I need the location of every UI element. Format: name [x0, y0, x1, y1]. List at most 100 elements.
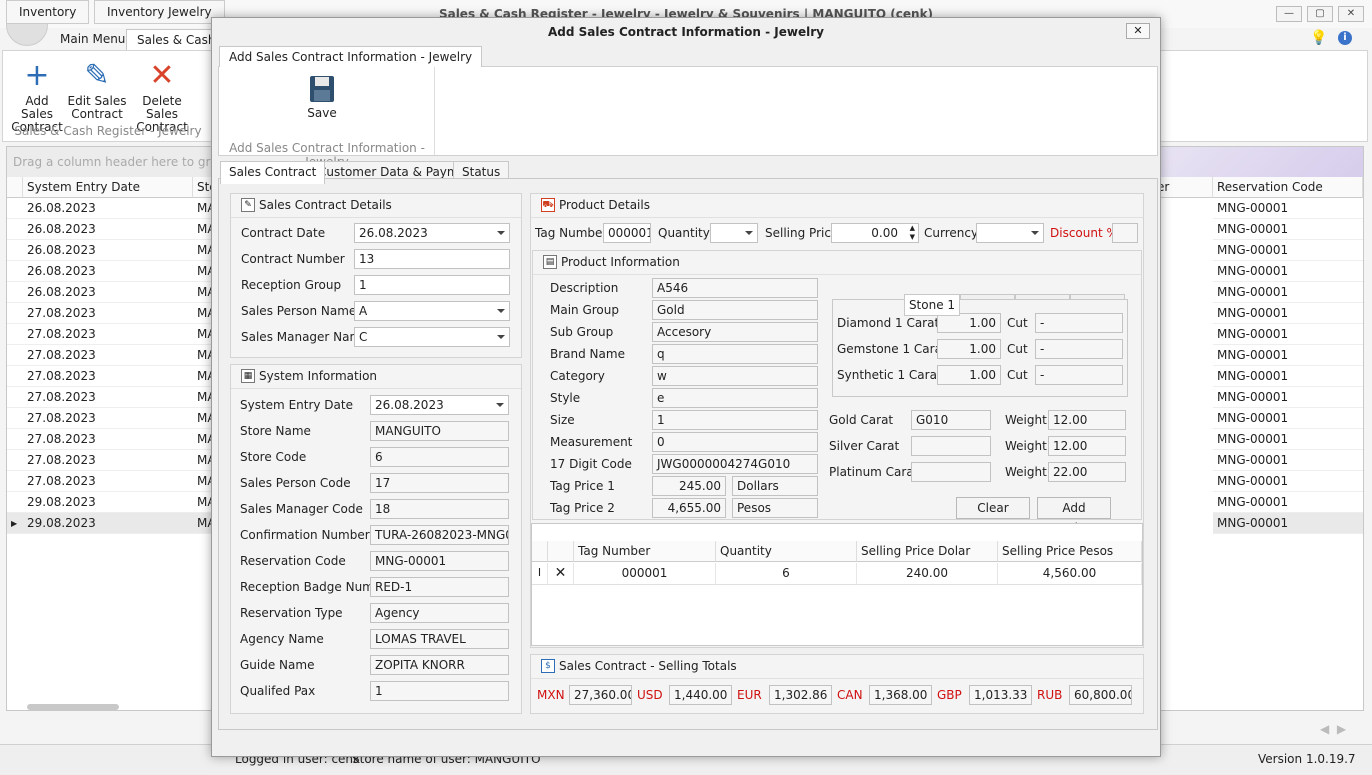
tab-inventory-jewelry[interactable]: Inventory Jewelry [94, 0, 225, 24]
table-row-entry-date[interactable]: 27.08.2023 [23, 324, 193, 345]
table-row-reservation-code[interactable]: MNG-00001 [1213, 387, 1363, 408]
add-product-button[interactable]: Add Product [1037, 497, 1111, 535]
table-row-store[interactable]: MANGUITO [193, 219, 213, 240]
table-row-reservation-code[interactable]: MNG-00001 [1213, 261, 1363, 282]
tab-main-menu[interactable]: Main Menu [50, 29, 135, 51]
sales-manager-name-dropdown[interactable]: C [354, 327, 510, 347]
tab-inventory[interactable]: Inventory [6, 0, 90, 24]
table-row-entry-date[interactable]: 27.08.2023 [23, 303, 193, 324]
delete-row-icon[interactable]: ✕ [548, 563, 574, 585]
tab-stone-1[interactable]: Stone 1 [904, 294, 960, 316]
system-entry-date-dropdown[interactable]: 26.08.2023 [370, 395, 509, 415]
table-row-entry-date[interactable]: 26.08.2023 [23, 240, 193, 261]
contract-date-dropdown[interactable]: 26.08.2023 [354, 223, 510, 243]
table-row-entry-date[interactable]: 27.08.2023 [23, 408, 193, 429]
col-header-store[interactable]: Store [193, 177, 213, 198]
table-row-entry-date[interactable]: 26.08.2023 [23, 261, 193, 282]
col-header-partial[interactable]: er [1153, 177, 1213, 198]
table-row-entry-date[interactable]: 26.08.2023 [23, 219, 193, 240]
quantity-dropdown[interactable] [710, 223, 758, 243]
table-row-entry-date[interactable]: 27.08.2023 [23, 366, 193, 387]
table-row-entry-date[interactable]: 27.08.2023 [23, 429, 193, 450]
col-header-entry-date[interactable]: System Entry Date [23, 177, 193, 198]
table-row-reservation-code[interactable]: MNG-00001 [1213, 282, 1363, 303]
table-row-reservation-code[interactable]: MNG-00001 [1213, 366, 1363, 387]
tab-nav-arrows[interactable]: ◀ ▶ [1320, 722, 1346, 736]
table-row-reservation-code[interactable]: MNG-00001 [1213, 219, 1363, 240]
edit-sales-contract-button[interactable]: ✎ Edit Sales Contract [67, 59, 127, 121]
table-row-store[interactable]: MANGUITO [193, 303, 213, 324]
col-header-selling-price-pesos[interactable]: Selling Price Pesos [998, 541, 1142, 562]
dialog-close-button[interactable]: ✕ [1126, 23, 1150, 39]
spinner-arrows-icon[interactable]: ▲ ▼ [910, 224, 915, 242]
col-header-tag-number[interactable]: Tag Number [574, 541, 716, 562]
add-sales-contract-button[interactable]: + Add Sales Contract [9, 59, 65, 134]
platinum-carat-label: Platinum Carat [829, 465, 919, 479]
table-row-entry-date[interactable]: 29.08.2023 [23, 492, 193, 513]
table-row-entry-date[interactable]: 27.08.2023 [23, 345, 193, 366]
sales-person-name-dropdown[interactable]: A [354, 301, 510, 321]
contract-number-input[interactable]: 13 [354, 249, 510, 269]
table-row-reservation-code[interactable]: MNG-00001 [1213, 324, 1363, 345]
col-header-quantity[interactable]: Quantity [716, 541, 857, 562]
discount-input[interactable] [1112, 223, 1138, 243]
table-row-store[interactable]: MANGUITO [193, 261, 213, 282]
weight-label: Weight [1005, 439, 1047, 453]
col-header-reservation-code[interactable]: Reservation Code [1213, 177, 1363, 198]
currency-dropdown[interactable] [976, 223, 1044, 243]
table-row-reservation-code[interactable]: MNG-00001 [1213, 198, 1363, 219]
dialog-ribbon-tab[interactable]: Add Sales Contract Information - Jewelry [219, 46, 483, 67]
tab-sales-cash-register[interactable]: Sales & Cash Register - Jewelry [126, 29, 216, 51]
tab-sales-contract[interactable]: Sales Contract [220, 161, 326, 184]
table-row-entry-date[interactable]: 27.08.2023 [23, 471, 193, 492]
table-row-entry-date[interactable]: 26.08.2023 [23, 198, 193, 219]
col-header-selling-price-dolar[interactable]: Selling Price Dolar [857, 541, 998, 562]
table-row-store[interactable]: MANGUITO [193, 387, 213, 408]
table-row-store[interactable]: MANGUITO [193, 282, 213, 303]
qualifed-pax-label: Qualifed Pax [240, 684, 316, 698]
product-row-usd[interactable]: 240.00 [857, 563, 998, 585]
lightbulb-icon[interactable]: 💡 [1310, 30, 1327, 46]
product-row-mxn[interactable]: 4,560.00 [998, 563, 1142, 585]
minimize-button[interactable]: — [1276, 6, 1302, 22]
table-row-store[interactable]: MANGUITO [193, 324, 213, 345]
table-row-reservation-code[interactable]: MNG-00001 [1213, 429, 1363, 450]
table-row-reservation-code[interactable]: MNG-00001 [1213, 408, 1363, 429]
table-row-store[interactable]: MANGUITO [193, 198, 213, 219]
product-row-quantity[interactable]: 6 [716, 563, 857, 585]
reservation-type-label: Reservation Type [240, 606, 343, 620]
delete-sales-contract-button[interactable]: ✕ Delete Sales Contract [129, 59, 195, 134]
horizontal-scrollbar[interactable] [27, 704, 119, 710]
table-row-store[interactable]: MANGUITO [193, 471, 213, 492]
selling-price-spinner[interactable]: 0.00 ▲ ▼ [831, 223, 919, 243]
save-button[interactable]: Save [305, 75, 339, 120]
table-row-entry-date[interactable]: 27.08.2023 [23, 387, 193, 408]
maximize-button[interactable]: ▢ [1307, 6, 1333, 22]
table-row-store[interactable]: MANGUITO [193, 240, 213, 261]
table-row-store[interactable]: MANGUITO [193, 492, 213, 513]
table-row-store[interactable]: MANGUITO [193, 366, 213, 387]
contract-date-label: Contract Date [241, 226, 326, 240]
table-row-reservation-code[interactable]: MNG-00001 [1213, 240, 1363, 261]
help-icon[interactable]: i [1338, 31, 1352, 45]
table-row-reservation-code[interactable]: MNG-00001 [1213, 450, 1363, 471]
table-row-reservation-code[interactable]: MNG-00001 [1213, 345, 1363, 366]
table-row-store[interactable]: MANGUITO [193, 513, 213, 534]
table-row-store[interactable]: MANGUITO [193, 450, 213, 471]
table-row-reservation-code[interactable]: MNG-00001 [1213, 492, 1363, 513]
table-row-entry-date[interactable]: 27.08.2023 [23, 450, 193, 471]
product-row-tag[interactable]: 000001 [574, 563, 716, 585]
table-row-store[interactable]: MANGUITO [193, 345, 213, 366]
reception-group-input[interactable]: 1 [354, 275, 510, 295]
selling-totals-group: $ Sales Contract - Selling Totals [530, 654, 1144, 714]
tag-number-input[interactable]: 000001 [603, 223, 651, 243]
clear-button[interactable]: Clear [956, 497, 1030, 519]
table-row-entry-date[interactable]: 26.08.2023 [23, 282, 193, 303]
table-row-reservation-code[interactable]: MNG-00001 [1213, 513, 1363, 534]
close-window-button[interactable]: ✕ [1338, 6, 1364, 22]
table-row-store[interactable]: MANGUITO [193, 429, 213, 450]
table-row-entry-date[interactable]: 29.08.2023 [23, 513, 193, 534]
table-row-store[interactable]: MANGUITO [193, 408, 213, 429]
table-row-reservation-code[interactable]: MNG-00001 [1213, 471, 1363, 492]
table-row-reservation-code[interactable]: MNG-00001 [1213, 303, 1363, 324]
